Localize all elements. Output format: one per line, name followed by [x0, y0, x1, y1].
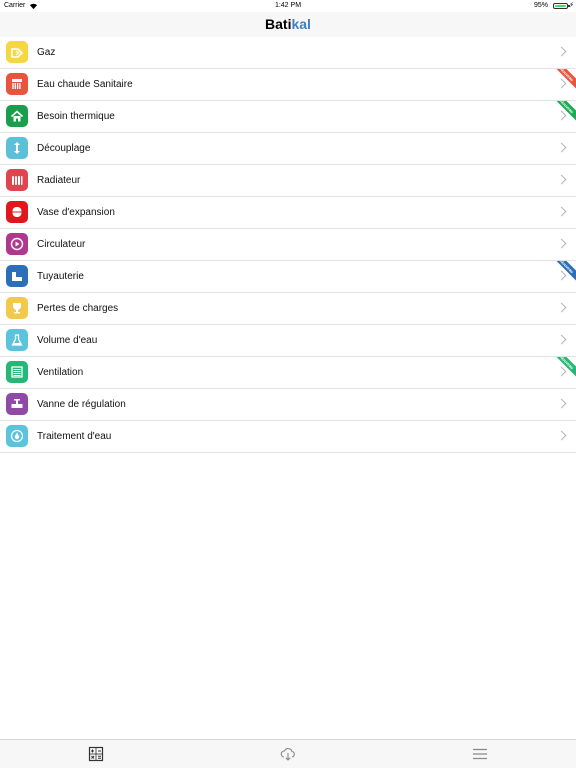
list-item[interactable]: Circulateur — [0, 229, 576, 261]
pressure-loss-icon — [6, 297, 28, 319]
battery-icon — [553, 3, 570, 9]
decoupling-arrows-icon — [6, 137, 28, 159]
list-item-label: Radiateur — [37, 175, 81, 186]
list-item[interactable]: Gaz — [0, 37, 576, 69]
water-drop-icon — [6, 425, 28, 447]
list-item-label: Traitement d'eau — [37, 431, 112, 442]
list-item-label: Pertes de charges — [37, 303, 119, 314]
chevron-right-icon — [556, 110, 567, 121]
list-item-label: Ventilation — [37, 367, 84, 378]
vent-grille-icon — [6, 361, 28, 383]
list-item-label: Besoin thermique — [37, 111, 115, 122]
list-item[interactable]: Eau chaude Sanitaire Nouveau — [0, 69, 576, 101]
list-item[interactable]: Découplage — [0, 133, 576, 165]
pump-play-icon — [6, 233, 28, 255]
calculator-icon[interactable] — [88, 746, 104, 762]
list-item-label: Gaz — [37, 47, 56, 58]
chevron-right-icon — [556, 430, 567, 441]
chevron-right-icon — [556, 302, 567, 313]
module-list: Gaz Eau chaude Sanitaire Nouveau Besoin the… — [0, 37, 576, 453]
status-bar: Carrier 1:42 PM 95% ⚡ — [0, 0, 576, 12]
radiator-icon — [6, 169, 28, 191]
list-item-label: Vase d'expansion — [37, 207, 115, 218]
chevron-right-icon — [556, 334, 567, 345]
list-item[interactable]: Pertes de charges — [0, 293, 576, 325]
charging-icon: ⚡ — [569, 2, 574, 9]
menu-icon[interactable] — [472, 746, 488, 762]
list-item[interactable]: Besoin thermique Nouveau — [0, 101, 576, 133]
list-item-label: Volume d'eau — [37, 335, 98, 346]
list-item-label: Tuyauterie — [37, 271, 84, 282]
chevron-right-icon — [556, 366, 567, 377]
cloud-download-icon[interactable] — [280, 746, 296, 762]
list-item[interactable]: Volume d'eau — [0, 325, 576, 357]
chevron-right-icon — [556, 270, 567, 281]
list-item[interactable]: Ventilation Nouveau — [0, 357, 576, 389]
chevron-right-icon — [556, 398, 567, 409]
list-item[interactable]: Radiateur — [0, 165, 576, 197]
list-item[interactable]: Traitement d'eau — [0, 421, 576, 453]
chevron-right-icon — [556, 46, 567, 57]
pipe-icon — [6, 265, 28, 287]
battery-percent: 95% — [533, 2, 548, 9]
app-title-kal: kal — [291, 16, 311, 32]
list-item[interactable]: Tuyauterie Nouveau — [0, 261, 576, 293]
chevron-right-icon — [556, 238, 567, 249]
house-icon — [6, 105, 28, 127]
list-item-label: Circulateur — [37, 239, 86, 250]
chevron-right-icon — [556, 142, 567, 153]
list-item-label: Découplage — [37, 143, 91, 154]
chevron-right-icon — [556, 174, 567, 185]
list-item-label: Vanne de régulation — [37, 399, 126, 410]
expansion-vessel-icon — [6, 201, 28, 223]
status-time: 1:42 PM — [274, 2, 302, 9]
flask-icon — [6, 329, 28, 351]
nav-bar: Batikal — [0, 12, 576, 38]
valve-icon — [6, 393, 28, 415]
gas-flame-icon — [6, 41, 28, 63]
app-title-bati: Bati — [265, 16, 292, 32]
list-item-label: Eau chaude Sanitaire — [37, 79, 133, 90]
list-item[interactable]: Vanne de régulation — [0, 389, 576, 421]
tab-bar — [0, 739, 576, 768]
water-heater-icon — [6, 73, 28, 95]
list-item[interactable]: Vase d'expansion — [0, 197, 576, 229]
chevron-right-icon — [556, 78, 567, 89]
chevron-right-icon — [556, 206, 567, 217]
